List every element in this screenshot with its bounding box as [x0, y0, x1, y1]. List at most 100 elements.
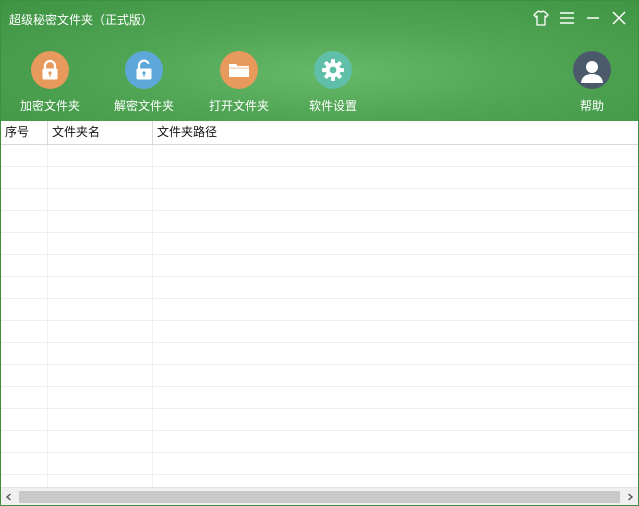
table-row[interactable] — [1, 343, 638, 365]
scroll-left-button[interactable] — [1, 489, 17, 505]
table-row[interactable] — [1, 453, 638, 475]
settings-button[interactable]: 软件设置 — [293, 51, 373, 114]
table-cell — [153, 277, 638, 298]
table-cell — [1, 277, 48, 298]
table-cell — [1, 431, 48, 452]
table-cell — [48, 255, 153, 276]
table-row[interactable] — [1, 189, 638, 211]
open-folder-label: 打开文件夹 — [208, 99, 269, 113]
table-row[interactable] — [1, 387, 638, 409]
table-cell — [48, 145, 153, 166]
lock-icon — [42, 59, 58, 80]
encrypt-circle — [31, 51, 69, 89]
table-cell — [48, 409, 153, 430]
table-cell — [153, 145, 638, 166]
avatar-icon — [581, 61, 603, 83]
table-row[interactable] — [1, 255, 638, 277]
table-cell — [1, 343, 48, 364]
help-button[interactable]: 帮助 — [552, 51, 632, 114]
open-folder-circle — [220, 51, 258, 89]
column-header-folder-path[interactable]: 文件夹路径 — [153, 121, 638, 144]
folder-table: 序号 文件夹名 文件夹路径 — [1, 121, 638, 487]
table-cell — [153, 431, 638, 452]
table-row[interactable] — [1, 167, 638, 189]
column-header-folder-name[interactable]: 文件夹名 — [48, 121, 153, 144]
folder-icon — [229, 64, 249, 77]
table-cell — [153, 343, 638, 364]
table-row[interactable] — [1, 145, 638, 167]
table-cell — [1, 255, 48, 276]
encrypt-folder-label: 加密文件夹 — [19, 99, 80, 113]
menu-button[interactable] — [558, 9, 576, 27]
table-cell — [1, 145, 48, 166]
table-cell — [153, 255, 638, 276]
settings-circle — [314, 51, 352, 89]
table-cell — [1, 321, 48, 342]
table-cell — [48, 211, 153, 232]
table-cell — [48, 387, 153, 408]
decrypt-folder-button[interactable]: 解密文件夹 — [104, 51, 184, 114]
table-cell — [48, 299, 153, 320]
table-cell — [48, 475, 153, 487]
help-label: 帮助 — [579, 99, 604, 113]
horizontal-scrollbar[interactable] — [1, 487, 638, 505]
table-cell — [48, 277, 153, 298]
gear-icon — [322, 59, 344, 81]
table-cell — [48, 453, 153, 474]
minimize-button[interactable] — [584, 9, 602, 27]
table-cell — [153, 189, 638, 210]
table-cell — [1, 167, 48, 188]
menu-icon — [560, 12, 574, 24]
close-icon — [612, 11, 626, 25]
table-cell — [48, 365, 153, 386]
chevron-left-icon — [5, 493, 11, 501]
table-cell — [153, 387, 638, 408]
table-row[interactable] — [1, 475, 638, 487]
table-cell — [1, 211, 48, 232]
table-header: 序号 文件夹名 文件夹路径 — [1, 121, 638, 145]
table-cell — [1, 189, 48, 210]
table-cell — [153, 211, 638, 232]
table-cell — [153, 167, 638, 188]
skin-button[interactable] — [532, 9, 550, 27]
table-cell — [153, 475, 638, 487]
table-cell — [153, 299, 638, 320]
column-header-index[interactable]: 序号 — [1, 121, 48, 144]
chevron-right-icon — [628, 493, 634, 501]
table-cell — [48, 321, 153, 342]
table-cell — [1, 475, 48, 487]
table-cell — [1, 387, 48, 408]
table-row[interactable] — [1, 321, 638, 343]
table-row[interactable] — [1, 409, 638, 431]
header-bar: 超级秘密文件夹（正式版） 加密文件夹 解密文件夹 打开文件夹 软件设置 帮助 — [1, 1, 638, 121]
table-cell — [1, 409, 48, 430]
table-cell — [48, 167, 153, 188]
table-row[interactable] — [1, 431, 638, 453]
open-folder-button[interactable]: 打开文件夹 — [199, 51, 279, 114]
table-body — [1, 145, 638, 487]
table-cell — [153, 453, 638, 474]
scroll-thumb[interactable] — [19, 491, 620, 503]
scroll-track[interactable] — [17, 490, 622, 504]
window-controls — [532, 9, 628, 27]
unlock-icon — [136, 59, 152, 80]
table-cell — [1, 453, 48, 474]
table-row[interactable] — [1, 365, 638, 387]
decrypt-folder-label: 解密文件夹 — [113, 99, 174, 113]
table-row[interactable] — [1, 211, 638, 233]
close-button[interactable] — [610, 9, 628, 27]
help-circle — [573, 51, 611, 89]
window-title: 超级秘密文件夹（正式版） — [9, 13, 154, 27]
table-cell — [153, 409, 638, 430]
table-cell — [1, 365, 48, 386]
settings-label: 软件设置 — [308, 99, 357, 113]
table-row[interactable] — [1, 233, 638, 255]
minimize-icon — [587, 17, 599, 19]
decrypt-circle — [125, 51, 163, 89]
table-row[interactable] — [1, 299, 638, 321]
table-cell — [153, 233, 638, 254]
scroll-right-button[interactable] — [622, 489, 638, 505]
encrypt-folder-button[interactable]: 加密文件夹 — [10, 51, 90, 114]
table-cell — [153, 365, 638, 386]
table-row[interactable] — [1, 277, 638, 299]
